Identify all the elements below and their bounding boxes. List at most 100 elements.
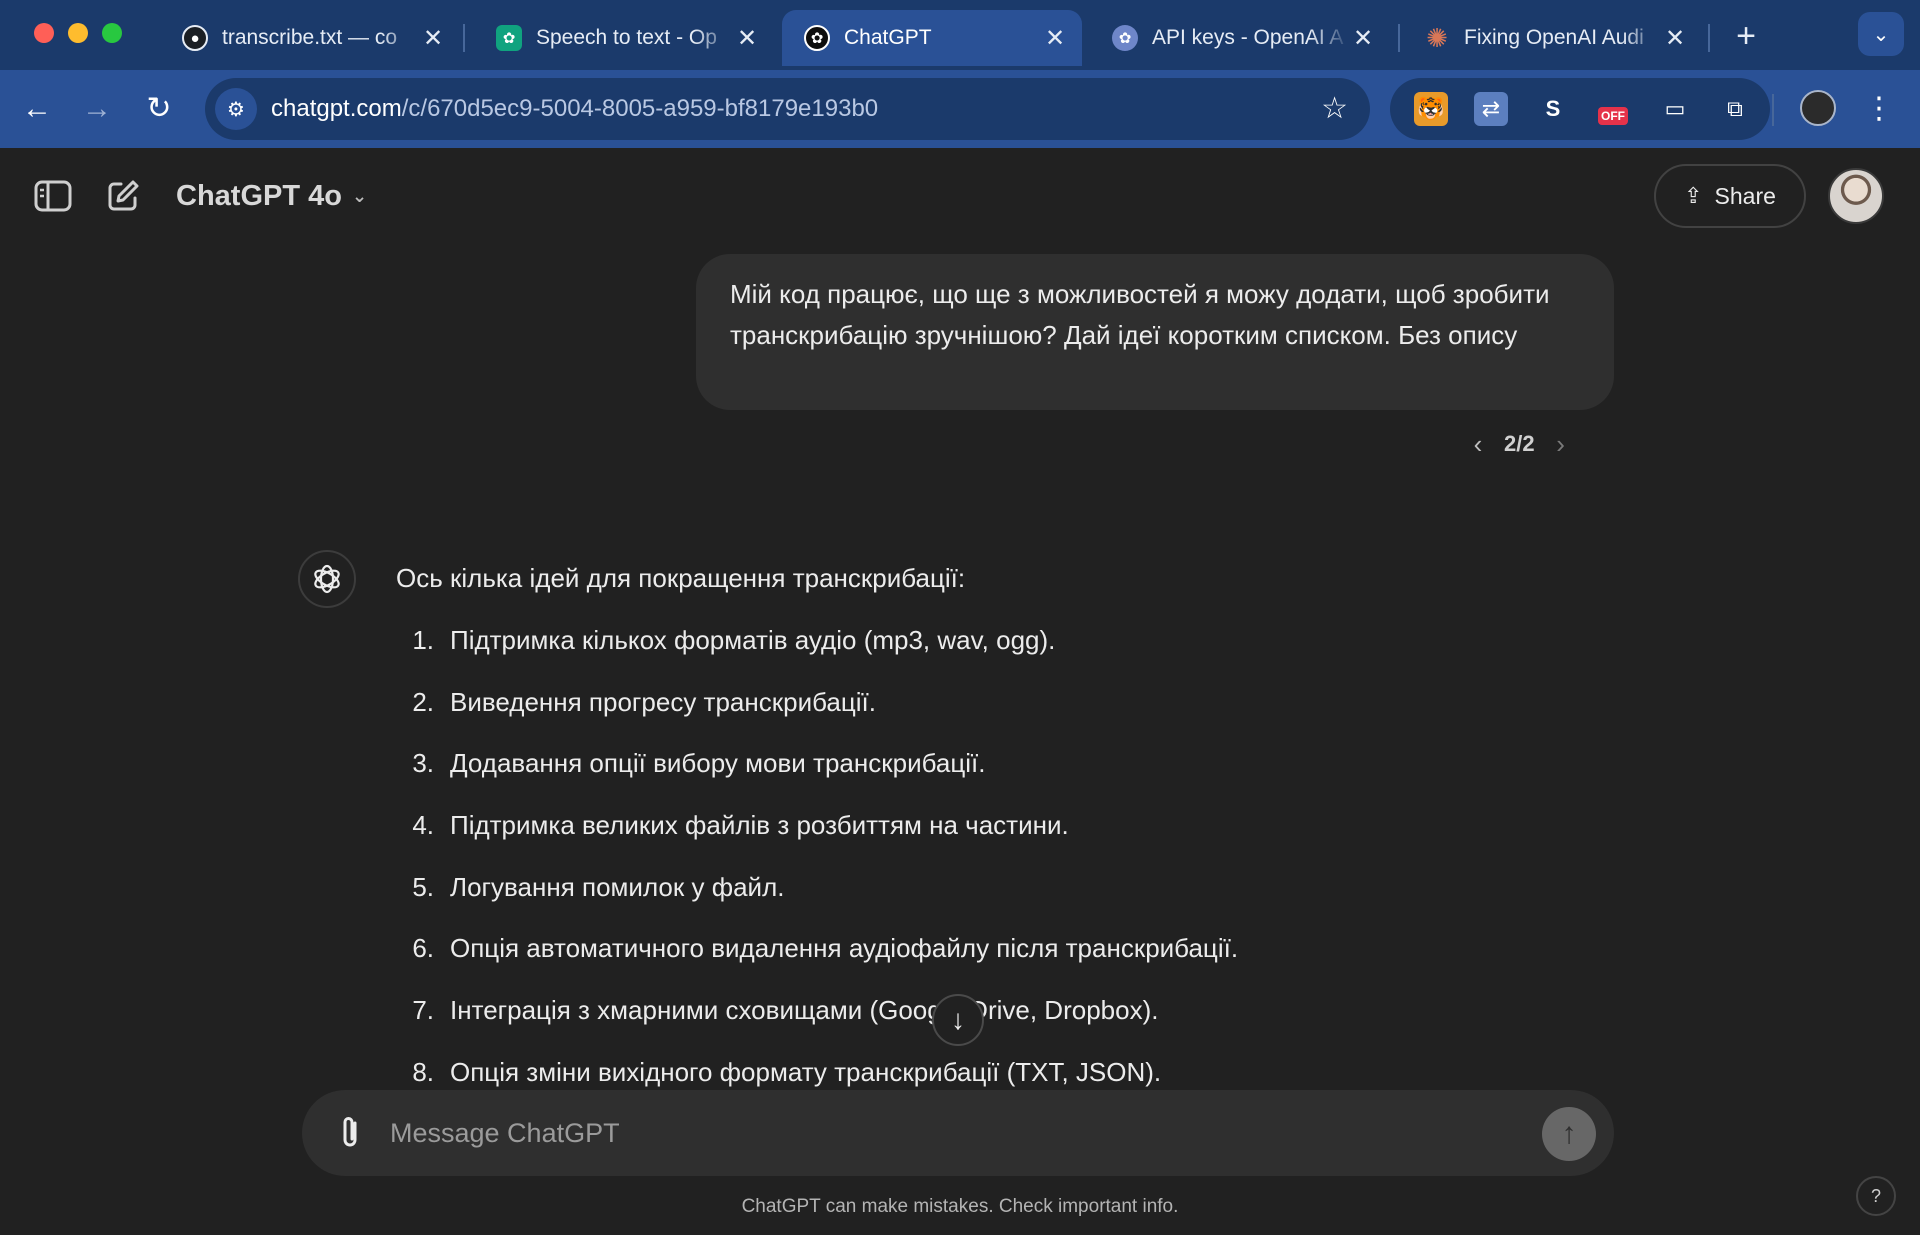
tab-title: transcribe.txt — co xyxy=(222,26,398,49)
share-label: Share xyxy=(1714,182,1776,209)
list-item: 5. Логування помилок у файл. xyxy=(396,867,1646,929)
list-item: 6. Опція автоматичного видалення аудіофай… xyxy=(396,928,1646,990)
tab-search-button[interactable]: ⌄ xyxy=(1858,12,1904,56)
list-item: 4. Підтримка великих файлів з розбиттям н… xyxy=(396,805,1646,867)
browser-menu-icon[interactable]: ⋮ xyxy=(1864,88,1894,130)
paperclip-icon xyxy=(343,1117,357,1147)
tiger-extension-icon[interactable]: 🐯 xyxy=(1414,92,1448,126)
tab-speech-to-text[interactable]: ✿ Speech to text - Op ✕ xyxy=(474,10,774,66)
list-item-text: Опція автоматичного видалення аудіофайлу… xyxy=(450,933,1239,964)
arrow-left-icon: ← xyxy=(22,92,52,125)
list-item: 2. Виведення прогресу транскрибації. xyxy=(396,682,1646,744)
new-tab-button[interactable]: + xyxy=(1726,16,1766,56)
list-item-text: Підтримка великих файлів з розбиттям на … xyxy=(450,810,1069,841)
tab-title: Fixing OpenAI Audi xyxy=(1464,26,1644,49)
browser-profile-avatar[interactable] xyxy=(1800,90,1836,126)
tab-divider xyxy=(463,24,465,52)
minimize-window-button[interactable] xyxy=(68,23,88,43)
tab-divider xyxy=(1708,24,1710,52)
address-bar[interactable]: ⚙ chatgpt.com/c/670d5ec9-5004-8005-a959-… xyxy=(205,78,1370,140)
app-header: ChatGPT 4o ⌄ ⇪ Share xyxy=(0,148,1920,244)
translate-extension-icon[interactable]: ⇄ xyxy=(1474,92,1508,126)
toolbar-divider xyxy=(1772,94,1774,126)
arrow-up-icon: ↑ xyxy=(1561,1117,1577,1150)
url-host: chatgpt.com xyxy=(271,95,402,122)
tab-api-keys[interactable]: ✿ API keys - OpenAI A ✕ xyxy=(1090,10,1390,66)
list-item-text: Виведення прогресу транскрибації. xyxy=(450,686,876,717)
off-badge: OFF xyxy=(1598,107,1628,125)
new-chat-button[interactable] xyxy=(101,176,145,216)
version-count: 2/2 xyxy=(1504,431,1535,456)
tab-divider xyxy=(1398,24,1400,52)
bookmark-star-icon[interactable]: ☆ xyxy=(1321,90,1348,128)
s-extension-icon[interactable]: S xyxy=(1536,92,1570,126)
browser-toolbar: ← → ↻ ⚙ chatgpt.com/c/670d5ec9-5004-8005… xyxy=(0,70,1920,148)
tab-chatgpt[interactable]: ✿ ChatGPT ✕ xyxy=(782,10,1082,66)
list-item-text: Підтримка кількох форматів аудіо (mp3, w… xyxy=(450,625,1056,655)
site-info-icon[interactable]: ⚙ xyxy=(215,88,257,130)
tab-close-icon[interactable]: ✕ xyxy=(734,24,760,53)
tab-close-icon[interactable]: ✕ xyxy=(1042,24,1068,53)
user-avatar[interactable] xyxy=(1828,168,1884,224)
tab-fixing-openai[interactable]: ✺ Fixing OpenAI Audi ✕ xyxy=(1402,10,1702,66)
extensions-puzzle-icon[interactable]: ⧉ xyxy=(1718,92,1752,126)
arrow-right-icon: → xyxy=(82,92,112,125)
help-label: ? xyxy=(1870,1185,1881,1206)
compose-icon xyxy=(108,180,139,211)
model-name: ChatGPT 4o xyxy=(176,179,342,212)
list-item: 3. Додавання опції вибору мови транскриба… xyxy=(396,743,1646,805)
list-item-text: Інтеграція з хмарними сховищами (Google … xyxy=(450,995,1159,1026)
maximize-window-button[interactable] xyxy=(102,23,122,43)
attach-button[interactable] xyxy=(330,1112,370,1154)
ideas-list: 1. Підтримка кількох форматів аудіо (mp3,… xyxy=(396,620,1646,1114)
extensions-group: 🐯 ⇄ S OFF ▭ ⧉ xyxy=(1390,78,1770,140)
message-input[interactable] xyxy=(390,1104,1490,1162)
openai-icon: ✿ xyxy=(496,25,522,51)
list-item: 7. Інтеграція з хмарними сховищами (Googl… xyxy=(396,990,1646,1052)
send-button[interactable]: ↑ xyxy=(1542,1107,1596,1161)
tab-title: Speech to text - Op xyxy=(536,26,717,49)
assistant-avatar xyxy=(298,550,356,608)
back-button[interactable]: ← xyxy=(16,88,58,130)
disclaimer-text: ChatGPT can make mistakes. Check importa… xyxy=(741,1196,1179,1217)
openai-logo-icon xyxy=(314,564,340,594)
share-upload-icon: ⇪ xyxy=(1684,183,1703,208)
off-extension-icon[interactable]: OFF xyxy=(1596,92,1630,126)
tab-close-icon[interactable]: ✕ xyxy=(420,24,446,53)
url-text[interactable]: chatgpt.com/c/670d5ec9-5004-8005-a959-bf… xyxy=(271,95,878,123)
tab-transcribe[interactable]: ● transcribe.txt — co ✕ xyxy=(160,10,460,66)
openai-platform-icon: ✿ xyxy=(1112,25,1138,51)
url-path: /c/670d5ec9-5004-8005-a959-bf8179e193b0 xyxy=(401,95,879,122)
help-button[interactable]: ? xyxy=(1856,1176,1896,1216)
toggle-sidebar-button[interactable] xyxy=(31,176,75,216)
arrow-down-icon: ↓ xyxy=(951,1004,965,1035)
assistant-message: Ось кілька ідей для покращення транскриб… xyxy=(396,558,1646,1114)
previous-version-button[interactable]: ‹ xyxy=(1460,429,1496,460)
forward-button[interactable]: → xyxy=(76,88,118,130)
list-item: 1. Підтримка кількох форматів аудіо (mp3,… xyxy=(396,620,1646,682)
model-selector[interactable]: ChatGPT 4o ⌄ xyxy=(176,172,367,220)
s-extension-label: S xyxy=(1545,96,1561,121)
user-message-text: Мій код працює, що ще з можливостей я мо… xyxy=(730,279,1550,350)
message-composer: ↑ xyxy=(302,1090,1614,1176)
tab-close-icon[interactable]: ✕ xyxy=(1662,24,1688,53)
tab-strip: ● transcribe.txt — co ✕ ✿ Speech to text… xyxy=(0,0,1920,70)
assistant-intro-text: Ось кілька ідей для покращення транскриб… xyxy=(396,563,966,593)
close-window-button[interactable] xyxy=(34,23,54,43)
browser-window: ● transcribe.txt — co ✕ ✿ Speech to text… xyxy=(0,0,1920,1235)
scroll-to-bottom-button[interactable]: ↓ xyxy=(932,994,984,1046)
chevron-down-icon: ⌄ xyxy=(351,185,368,206)
tab-close-icon[interactable]: ✕ xyxy=(1350,24,1376,53)
chatgpt-app: ChatGPT 4o ⌄ ⇪ Share Мій код працює, що … xyxy=(0,148,1920,1235)
user-message-bubble: Мій код працює, що ще з можливостей я мо… xyxy=(696,254,1614,410)
next-version-button[interactable]: › xyxy=(1543,429,1579,460)
list-item-text: Логування помилок у файл. xyxy=(450,871,785,902)
sidebar-icon xyxy=(34,180,72,212)
message-version-pager: ‹ 2/2 › xyxy=(1460,424,1579,464)
share-button[interactable]: ⇪ Share xyxy=(1654,164,1806,228)
tab-title: API keys - OpenAI A xyxy=(1152,26,1344,49)
screenshot-extension-icon[interactable]: ▭ xyxy=(1658,92,1692,126)
claude-icon: ✺ xyxy=(1426,22,1448,53)
reload-icon: ↻ xyxy=(146,92,172,125)
reload-button[interactable]: ↻ xyxy=(138,88,180,130)
